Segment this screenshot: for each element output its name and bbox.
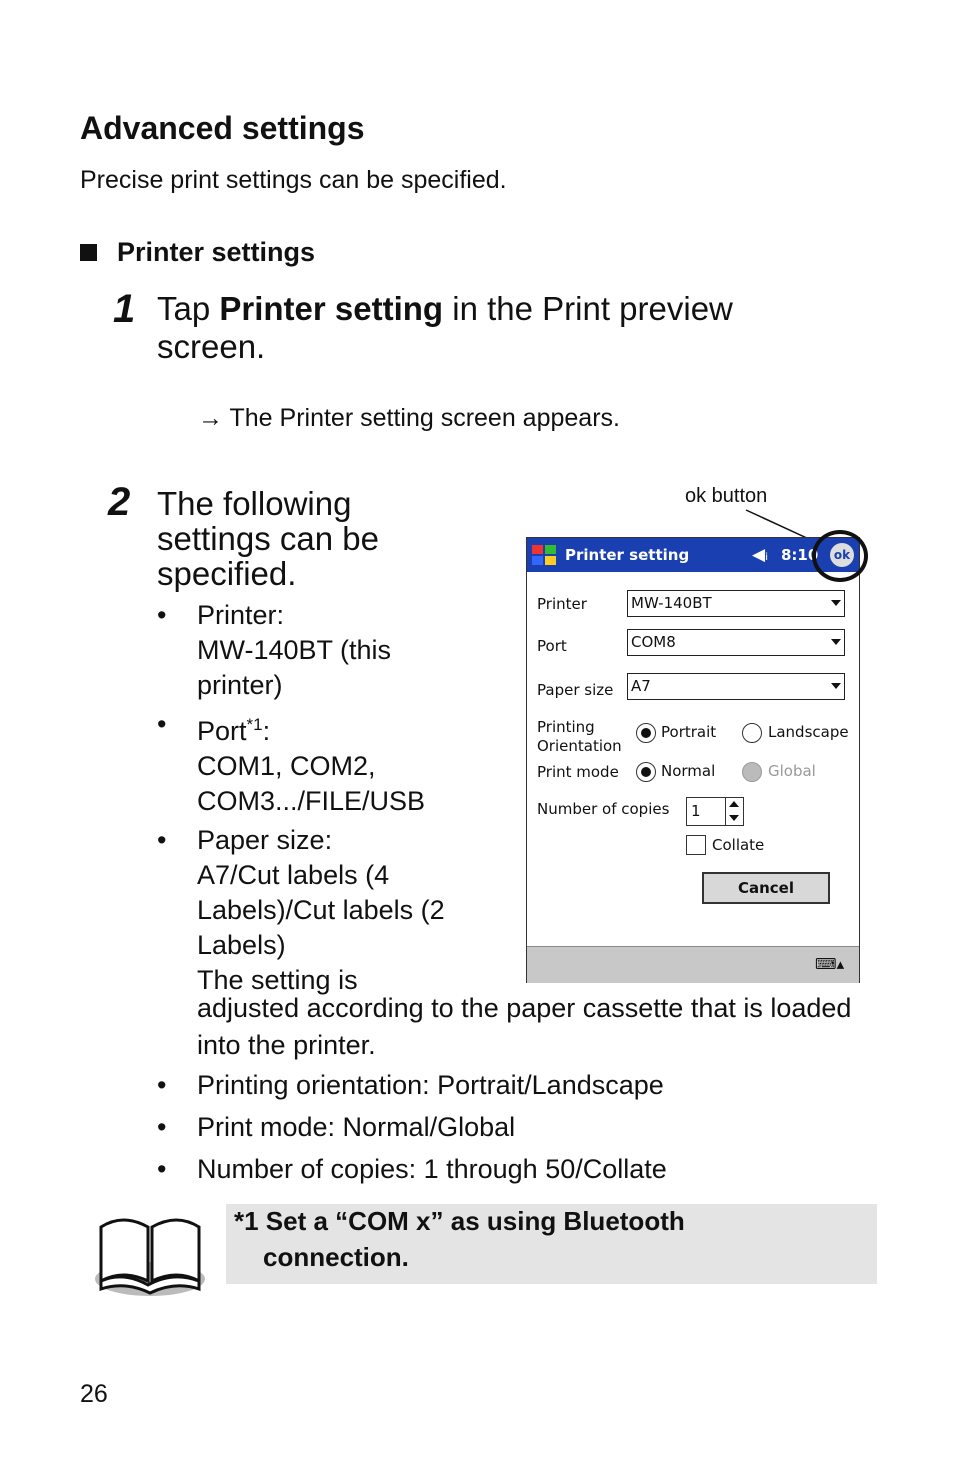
subsection-heading: Printer settings [80, 237, 315, 268]
intro-text: Precise print settings can be specified. [80, 166, 507, 194]
arrow-up-icon [729, 801, 739, 807]
paper-size-continuation: adjusted according to the paper cassette… [197, 993, 852, 1060]
step-1-pre: Tap [157, 290, 220, 327]
step-1-number: 1 [113, 287, 136, 331]
bullet-value: COM1, COM2, COM3.../FILE/USB [197, 751, 426, 816]
chevron-down-icon [831, 683, 841, 689]
collate-label[interactable]: Collate [712, 836, 764, 854]
global-label: Global [768, 762, 816, 780]
copies-label: Number of copies [537, 800, 670, 818]
page-number: 26 [80, 1380, 108, 1408]
step-1-result: → The Printer setting screen appears. [198, 404, 620, 432]
paper-size-label: Paper size [537, 681, 614, 699]
step-2-text: The following settings can be specified. [157, 485, 379, 592]
footnote-line-1: *1 Set a “COM x” as using Bluetooth [234, 1206, 685, 1236]
bullet-label: Port*1: [197, 715, 271, 746]
windows-logo-icon[interactable] [530, 542, 558, 568]
menu-bar: ⌨▴ [527, 946, 859, 983]
arrow-down-icon [729, 815, 739, 821]
list-item: • Paper size: A7/Cut labels (4 Labels)/C… [157, 823, 477, 998]
bullet-label: Paper size: [197, 825, 333, 855]
bullet-value: MW-140BT (this printer) [197, 635, 392, 700]
print-mode-label: Print mode [537, 763, 619, 781]
landscape-radio[interactable] [742, 723, 762, 743]
subsection-title: Printer settings [117, 237, 316, 267]
list-item: • Port*1: COM1, COM2, COM3.../FILE/USB [157, 707, 477, 819]
portrait-radio[interactable] [636, 723, 656, 743]
chevron-down-icon [831, 639, 841, 645]
portrait-label[interactable]: Portrait [661, 723, 716, 741]
list-item: • Printing orientation: Portrait/Landscap… [157, 1070, 664, 1100]
cancel-button[interactable]: Cancel [702, 872, 830, 904]
printer-select[interactable]: MW-140BT [627, 590, 845, 617]
title-bar: Printer setting ◀ᵢ 8:10 ok [527, 538, 859, 572]
normal-label[interactable]: Normal [661, 762, 715, 780]
square-bullet-icon [80, 244, 97, 261]
landscape-label[interactable]: Landscape [768, 723, 849, 741]
list-item: • Printer: MW-140BT (this printer) [157, 598, 477, 703]
keyboard-icon[interactable]: ⌨▴ [815, 955, 844, 973]
normal-radio[interactable] [636, 762, 656, 782]
bullet-value: A7/Cut labels (4 Labels)/Cut labels (2 L… [197, 860, 445, 960]
footnote-box: *1 Set a “COM x” as using Bluetooth conn… [226, 1204, 877, 1284]
screen-title: Printer setting [565, 546, 690, 564]
collate-checkbox[interactable] [686, 835, 706, 855]
settings-list-2: • Printing orientation: Portrait/Landscap… [157, 1066, 857, 1192]
speaker-icon[interactable]: ◀ᵢ [752, 545, 768, 565]
settings-list: • Printer: MW-140BT (this printer) • Por… [157, 598, 477, 1002]
ok-highlight-circle [812, 530, 868, 582]
step-2-number: 2 [108, 480, 131, 524]
section-heading: Advanced settings [80, 110, 365, 146]
bullet-label: Printer: [197, 600, 285, 630]
copies-stepper[interactable]: 1 [686, 797, 744, 826]
printer-setting-screenshot: Printer setting ◀ᵢ 8:10 ok Printer MW-14… [526, 537, 860, 983]
step-1-bold: Printer setting [219, 290, 444, 327]
chevron-down-icon [831, 600, 841, 606]
printer-label: Printer [537, 595, 587, 613]
orientation-label-1: Printing [537, 718, 595, 736]
book-icon [95, 1218, 205, 1296]
step-1-text: Tap Printer setting in the Print preview… [157, 290, 837, 366]
global-radio [742, 762, 762, 782]
orientation-label-2: Orientation [537, 737, 622, 755]
footnote-line-2: connection. [263, 1242, 409, 1272]
paper-size-select[interactable]: A7 [627, 673, 845, 700]
port-select[interactable]: COM8 [627, 629, 845, 656]
port-label: Port [537, 637, 567, 655]
list-item: • Print mode: Normal/Global [157, 1112, 516, 1142]
list-item: • Number of copies: 1 through 50/Collate [157, 1154, 667, 1184]
